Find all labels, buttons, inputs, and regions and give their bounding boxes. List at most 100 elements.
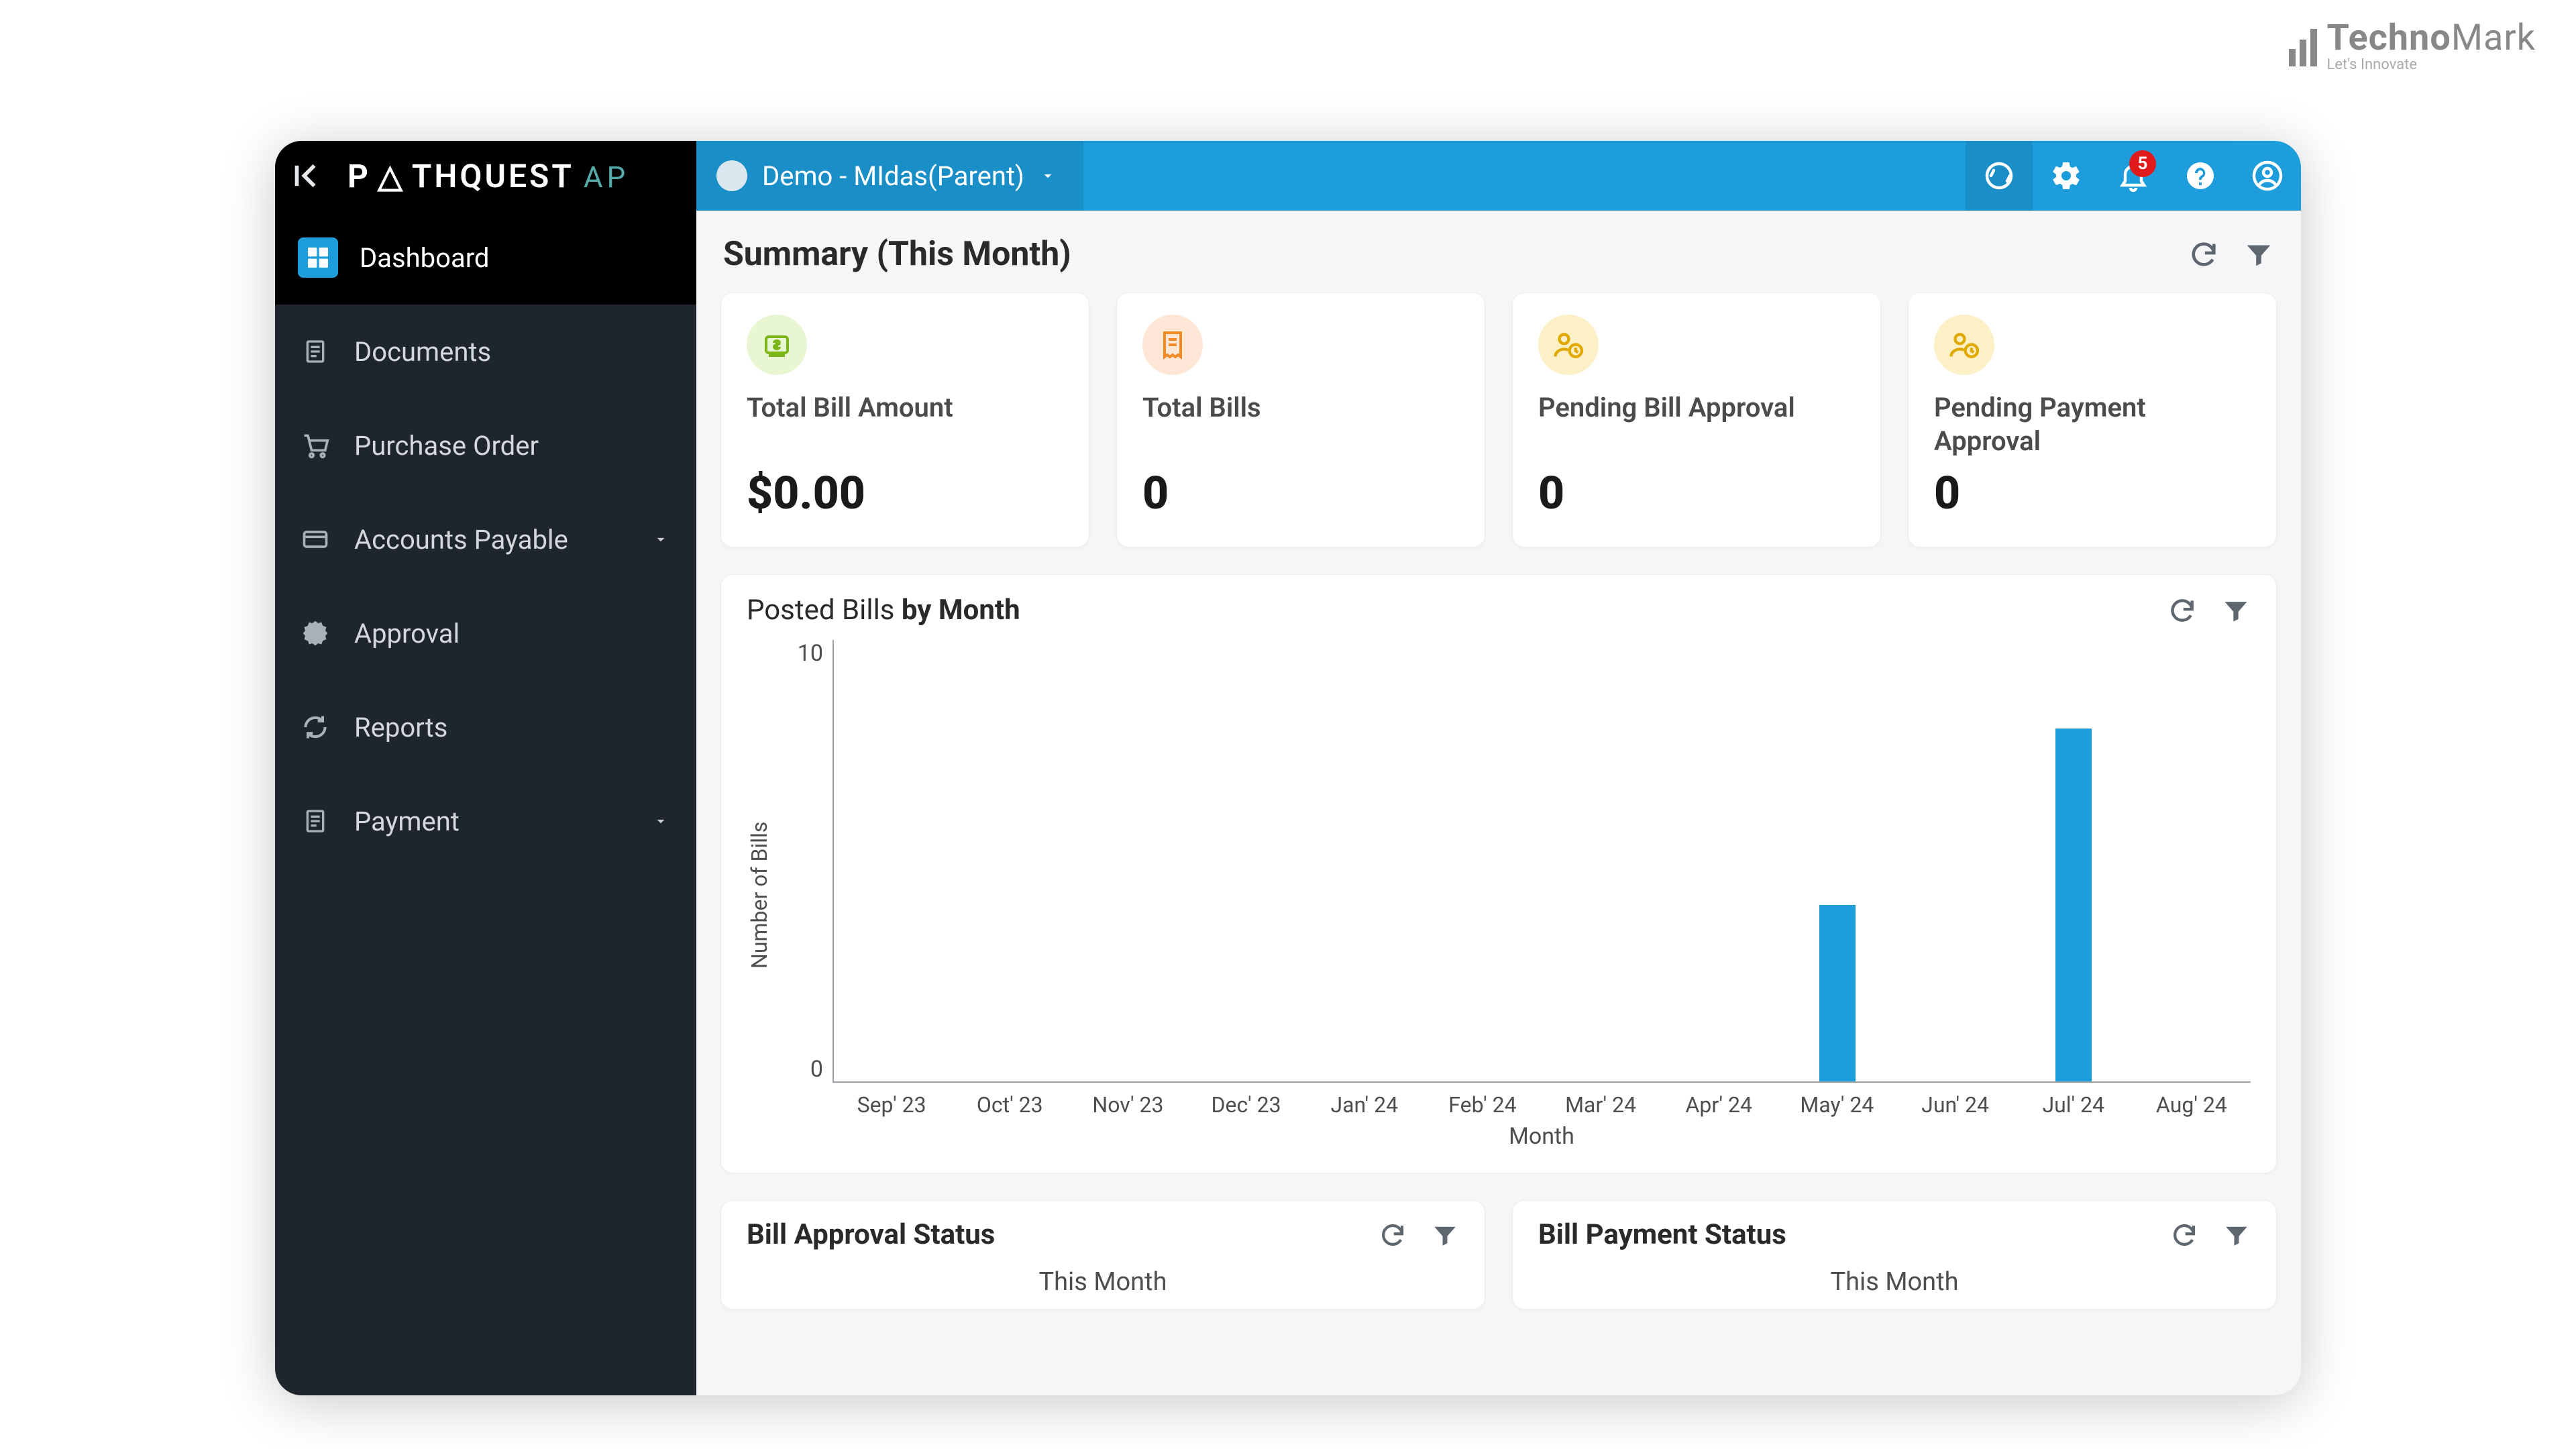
- chart-x-tick: Aug' 24: [2133, 1092, 2251, 1118]
- back-arrow-icon[interactable]: [292, 158, 327, 193]
- status-panel-period: This Month: [747, 1267, 1459, 1297]
- summary-card[interactable]: Total Bills 0: [1116, 292, 1485, 547]
- grid-icon: [298, 237, 338, 278]
- sidebar-item-dashboard[interactable]: Dashboard: [275, 211, 696, 305]
- summary-card-value: 0: [1934, 466, 2251, 520]
- watermark-name: Techno: [2326, 17, 2451, 59]
- chart-y-label: Number of Bills: [747, 640, 772, 1150]
- posted-bills-refresh-button[interactable]: [2167, 596, 2197, 625]
- chart-x-label: Month: [833, 1123, 2251, 1150]
- gear-icon: [2050, 160, 2082, 192]
- sync-button[interactable]: [1966, 141, 2033, 211]
- posted-bills-title: Posted Bills by Month: [747, 594, 1020, 627]
- cart-icon: [298, 428, 333, 463]
- posted-bills-chart: Number of Bills 100 Sep' 23Oct' 23Nov' 2…: [747, 640, 2251, 1150]
- chart-bar-slot: [2133, 640, 2251, 1081]
- filter-icon: [1431, 1221, 1459, 1249]
- status-filter-button[interactable]: [1431, 1221, 1459, 1249]
- sidebar: P△THQUEST AP Dashboard Documents Purchase …: [275, 141, 696, 1395]
- summary-card[interactable]: Pending Bill Approval 0: [1512, 292, 1881, 547]
- filter-icon: [2221, 596, 2251, 625]
- status-panel: Bill Approval Status This Month: [720, 1200, 1485, 1309]
- brand-suffix: AP: [584, 160, 629, 195]
- status-panel-period: This Month: [1538, 1267, 2251, 1297]
- summary-cards: Total Bill Amount$0.00Total Bills0Pendin…: [720, 292, 2277, 547]
- settings-button[interactable]: [2033, 141, 2100, 211]
- status-refresh-button[interactable]: [2170, 1221, 2198, 1249]
- chart-x-tick: Dec' 23: [1187, 1092, 1305, 1118]
- posted-bills-filter-button[interactable]: [2221, 596, 2251, 625]
- status-panels: Bill Approval StatusThis MonthBill Payme…: [720, 1200, 2277, 1309]
- summary-card[interactable]: Pending Payment Approval 0: [1908, 292, 2277, 547]
- chart-bar[interactable]: [1819, 905, 1856, 1081]
- topbar-actions: 5: [1966, 141, 2301, 211]
- chart-bar-slot: [1542, 640, 1660, 1081]
- watermark-tagline: Let's Innovate: [2326, 58, 2536, 72]
- org-switcher[interactable]: Demo - MIdas(Parent): [696, 141, 1083, 211]
- org-name: Demo - MIdas(Parent): [762, 160, 1024, 192]
- check-badge-icon: [298, 616, 333, 651]
- brand-logo: P△THQUEST AP: [347, 157, 629, 195]
- chart-bar[interactable]: [2055, 729, 2092, 1081]
- content: Summary (This Month) Total Bill Amount $0…: [696, 211, 2301, 1395]
- chevron-down-icon: [652, 812, 669, 830]
- person-clock-icon: [1538, 315, 1599, 375]
- sidebar-item-purchase-order[interactable]: Purchase Order: [275, 398, 696, 492]
- summary-card-value: $0.00: [747, 466, 1063, 520]
- watermark-name-light: Mark: [2451, 17, 2536, 59]
- status-refresh-button[interactable]: [1379, 1221, 1407, 1249]
- receipt-icon: [1142, 315, 1203, 375]
- sidebar-item-reports[interactable]: Reports: [275, 680, 696, 774]
- summary-card-value: 0: [1142, 466, 1459, 520]
- main: Demo - MIdas(Parent) 5: [696, 141, 2301, 1395]
- summary-card-label: Pending Bill Approval: [1538, 391, 1855, 458]
- chart-x-tick: Sep' 23: [833, 1092, 951, 1118]
- refresh-icon: [2170, 1221, 2198, 1249]
- summary-refresh-button[interactable]: [2188, 239, 2219, 270]
- card-icon: [298, 522, 333, 557]
- sidebar-item-accounts-payable[interactable]: Accounts Payable: [275, 492, 696, 586]
- sidebar-item-label: Reports: [354, 712, 447, 743]
- chart-bar-slot: [1778, 640, 1896, 1081]
- summary-card[interactable]: Total Bill Amount $0.00: [720, 292, 1089, 547]
- chart-x-tick: Feb' 24: [1424, 1092, 1542, 1118]
- summary-filter-button[interactable]: [2243, 239, 2274, 270]
- summary-card-value: 0: [1538, 466, 1855, 520]
- status-filter-button[interactable]: [2222, 1221, 2251, 1249]
- sidebar-item-label: Dashboard: [360, 242, 489, 274]
- help-icon: [2184, 160, 2216, 192]
- filter-icon: [2222, 1221, 2251, 1249]
- summary-card-label: Total Bills: [1142, 391, 1459, 458]
- org-avatar-icon: [716, 160, 747, 191]
- account-button[interactable]: [2234, 141, 2301, 211]
- sidebar-item-approval[interactable]: Approval: [275, 586, 696, 680]
- chart-x-tick: Jul' 24: [2015, 1092, 2133, 1118]
- sidebar-item-label: Documents: [354, 336, 491, 368]
- chart-x-tick: Jun' 24: [1896, 1092, 2015, 1118]
- notification-badge: 5: [2129, 150, 2156, 177]
- chart-x-tick: Jan' 24: [1305, 1092, 1424, 1118]
- summary-header: Summary (This Month): [723, 235, 2274, 274]
- summary-card-label: Total Bill Amount: [747, 391, 1063, 458]
- sidebar-item-payment[interactable]: Payment: [275, 774, 696, 868]
- chart-x-tick: Apr' 24: [1660, 1092, 1778, 1118]
- notifications-button[interactable]: 5: [2100, 141, 2167, 211]
- chart-y-tick: 0: [810, 1056, 823, 1083]
- posted-bills-title-prefix: Posted Bills: [747, 594, 902, 627]
- posted-bills-title-bold: by Month: [902, 594, 1020, 627]
- chevron-down-icon: [652, 531, 669, 548]
- sidebar-item-label: Accounts Payable: [354, 524, 568, 555]
- status-panel-title: Bill Approval Status: [747, 1218, 995, 1251]
- summary-card-label: Pending Payment Approval: [1934, 391, 2251, 458]
- filter-icon: [2243, 239, 2274, 270]
- person-clock-icon: [1934, 315, 1994, 375]
- chart-x-ticks: Sep' 23Oct' 23Nov' 23Dec' 23Jan' 24Feb' …: [833, 1092, 2251, 1118]
- sidebar-item-documents[interactable]: Documents: [275, 305, 696, 398]
- chart-plot-area: [833, 640, 2251, 1083]
- chart-x-tick: Mar' 24: [1542, 1092, 1660, 1118]
- watermark: TechnoMark Let's Innovate: [2289, 20, 2536, 72]
- help-button[interactable]: [2167, 141, 2234, 211]
- sidebar-item-label: Approval: [354, 618, 460, 649]
- status-panel: Bill Payment StatusThis Month: [1512, 1200, 2277, 1309]
- user-circle-icon: [2251, 160, 2284, 192]
